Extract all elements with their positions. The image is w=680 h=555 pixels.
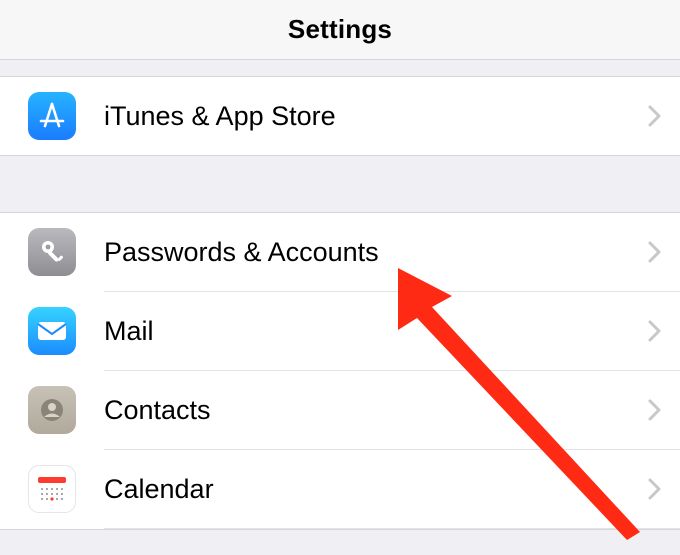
settings-group-b: Passwords & Accounts Mail Contacts [0, 212, 680, 530]
contacts-icon [28, 386, 76, 434]
separator [104, 528, 680, 529]
row-passwords-accounts[interactable]: Passwords & Accounts [0, 213, 680, 291]
row-label: Calendar [104, 474, 648, 505]
chevron-right-icon [648, 320, 662, 342]
row-mail[interactable]: Mail [0, 292, 680, 370]
row-label: Mail [104, 316, 648, 347]
header: Settings [0, 0, 680, 60]
section-gap [0, 60, 680, 76]
row-label: iTunes & App Store [104, 101, 648, 132]
section-gap [0, 156, 680, 212]
page-title: Settings [288, 14, 392, 45]
chevron-right-icon [648, 478, 662, 500]
row-itunes-appstore[interactable]: iTunes & App Store [0, 77, 680, 155]
key-icon [28, 228, 76, 276]
mail-icon [28, 307, 76, 355]
chevron-right-icon [648, 105, 662, 127]
settings-group-a: iTunes & App Store [0, 76, 680, 156]
row-label: Contacts [104, 395, 648, 426]
appstore-icon [28, 92, 76, 140]
row-label: Passwords & Accounts [104, 237, 648, 268]
row-contacts[interactable]: Contacts [0, 371, 680, 449]
row-calendar[interactable]: Calendar [0, 450, 680, 528]
chevron-right-icon [648, 399, 662, 421]
calendar-icon [28, 465, 76, 513]
chevron-right-icon [648, 241, 662, 263]
